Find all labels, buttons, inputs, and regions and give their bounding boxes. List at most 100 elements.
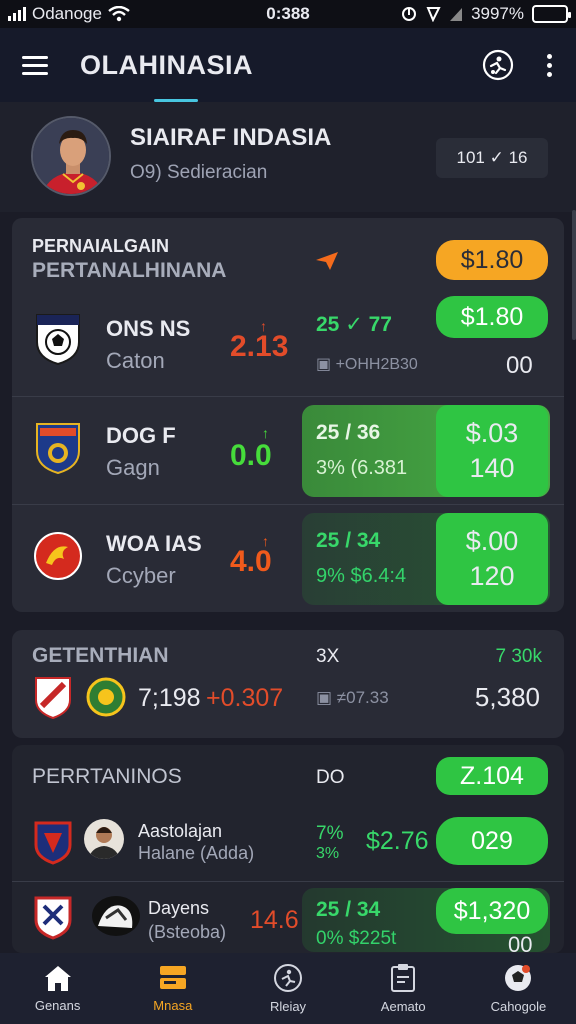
match-score: 4.0	[230, 545, 272, 578]
team-secondary: Ccyber	[106, 563, 176, 588]
section-subtitle: PERTANALHINANA	[32, 259, 227, 282]
row-value: 00	[508, 932, 533, 953]
odds-detail: 9% $6.4:4	[316, 565, 407, 587]
profile-header: SIAIRAF INDASIA O9) Sedieracian 101 ✓ 16	[0, 102, 576, 212]
battery-icon	[532, 5, 571, 23]
odds-bottom: 3%	[316, 845, 340, 862]
home-icon	[44, 966, 71, 991]
profile-stat: 101 ✓ 16	[436, 138, 548, 178]
section-title: PERNAIALGAIN	[32, 236, 170, 256]
match-value: 00	[506, 352, 533, 379]
odds-detail: ▣ +ΟΗΗ2Β30	[316, 356, 418, 373]
ball-player-icon[interactable]	[482, 49, 514, 81]
match-score: 2.13	[230, 330, 289, 363]
section-card-2[interactable]: GETENTHIAN 3X 7 30k 7;198 +0.307 ▣ ≠07.3…	[12, 630, 564, 738]
team-secondary: Gagn	[106, 455, 160, 480]
menu-icon[interactable]	[22, 55, 48, 75]
tab-categories[interactable]: Cahogole	[461, 953, 576, 1024]
status-bar: Odanoge 0:388 3997%	[0, 0, 576, 28]
player-name: Dayens	[148, 898, 210, 918]
cellular-icon	[450, 8, 463, 21]
tab-label: Genans	[34, 998, 81, 1013]
app-bar: OLAHINASIA	[0, 28, 576, 102]
odds-pill[interactable]: $.03 140	[436, 405, 548, 497]
odds-detail: ▣ ≠07.33	[316, 688, 389, 707]
tab-label: Mnasa	[153, 998, 193, 1013]
more-icon[interactable]	[544, 53, 554, 77]
odds-line: 25 ✓ 77	[316, 313, 392, 336]
team-crest-icon	[34, 532, 82, 580]
odds-detail: 3% (6.381	[316, 457, 408, 479]
match-score: 14.6	[250, 906, 299, 934]
team-name: WOA IAS	[106, 531, 202, 556]
section-title: GETENTHIAN	[32, 644, 169, 667]
match-row[interactable]: WOA IAS Ccyber 4.0 ↑ 25 / 34 9% $6.4:4 $…	[12, 504, 564, 610]
match-row[interactable]: ONS NS Caton 2.13 ↑ 25 ✓ 77 ▣ +ΟΗΗ2Β30 $…	[12, 290, 564, 396]
odds-line: 25 / 36	[316, 421, 381, 444]
avatar[interactable]	[31, 116, 111, 196]
tab-home[interactable]: Genans	[0, 953, 115, 1024]
odds-amount: $2.76	[366, 827, 429, 855]
avatar	[84, 819, 124, 859]
odds-volume: 120	[469, 561, 515, 591]
send-icon	[316, 252, 338, 270]
location-icon	[426, 7, 441, 22]
ball-icon	[505, 965, 532, 991]
section-card-1: PERNAIALGAIN PERTANALHINANA $1.80 ONS NS…	[12, 218, 564, 612]
match-score: 7;198	[138, 684, 201, 712]
bottom-nav: Genans Mnasa Rleiay Aemato Cahogole	[0, 953, 576, 1024]
signal-icon	[8, 7, 26, 21]
team-crest-icon	[34, 821, 72, 865]
avatar	[92, 896, 140, 936]
sync-icon	[402, 7, 417, 21]
team-name: ONS NS	[106, 316, 191, 341]
odds-pill[interactable]: 029	[436, 817, 548, 865]
odds-price: $.00	[465, 525, 519, 556]
odds-line: 25 / 34	[316, 529, 381, 552]
clipboard-icon	[391, 964, 416, 992]
tab-matches[interactable]: Mnasa	[115, 953, 230, 1024]
team-name: DOG F	[106, 423, 176, 448]
player-name: Aastolajan	[138, 821, 223, 841]
score-delta: +0.307	[206, 684, 284, 712]
team-secondary: Caton	[106, 348, 165, 373]
list-item[interactable]: Aastolajan Halane (Adda) 7% 3% $2.76 029	[12, 809, 564, 881]
list-item[interactable]: Dayens (Bsteoba) 14.6 25 / 34 0% $225t $…	[12, 881, 564, 953]
match-row[interactable]: DOG F Gagn 0.0 ↑ 25 / 36 3% (6.381 $.03 …	[12, 396, 564, 502]
tab-results[interactable]: Aemato	[346, 953, 461, 1024]
soccer-icon	[274, 964, 302, 992]
total-value: 5,380	[474, 682, 540, 712]
tab-play[interactable]: Rleiay	[230, 953, 345, 1024]
wifi-icon	[108, 6, 130, 22]
carrier-label: Odanoge	[32, 4, 102, 23]
odds-pill[interactable]: $.00 120	[436, 513, 548, 605]
player-sub: Halane (Adda)	[138, 843, 255, 863]
odds-top: 7%	[316, 823, 344, 844]
battery-percent: 3997%	[471, 4, 524, 23]
profile-subtitle: O9) Sedieracian	[130, 162, 268, 183]
odds-price: $.03	[465, 417, 519, 448]
page-title: OLAHINASIA	[80, 49, 253, 80]
profile-name: SIAIRAF INDASIA	[130, 124, 332, 151]
header-pill[interactable]: Z.104	[436, 757, 548, 795]
scrollbar[interactable]	[572, 210, 576, 340]
section-title: PERRTANINOS	[32, 765, 182, 788]
player-sub: (Bsteoba)	[148, 922, 227, 942]
odds-pill[interactable]: $1,320	[436, 888, 548, 934]
section-card-3: PERRTANINOS DO Z.104 Aastolajan Halane (…	[12, 745, 564, 953]
column-header: 3X	[316, 646, 340, 667]
column-header: DO	[316, 767, 345, 788]
badge-orange[interactable]: $1.80	[436, 240, 548, 280]
score-mark: ↑	[260, 318, 267, 334]
tab-label: Cahogole	[490, 999, 547, 1014]
match-score: 0.0	[230, 439, 272, 472]
tab-label: Aemato	[380, 999, 426, 1014]
odds-detail: 0% $225t	[316, 928, 397, 949]
team-crest-icon	[86, 677, 126, 717]
stat-value: 101 ✓ 16	[456, 148, 528, 167]
score-mark: ↑	[262, 425, 269, 441]
team-crest-icon	[36, 314, 80, 366]
team-crest-icon	[35, 677, 71, 720]
odds-pill[interactable]: $1.80	[436, 296, 548, 338]
score-mark: ↑	[262, 533, 269, 549]
